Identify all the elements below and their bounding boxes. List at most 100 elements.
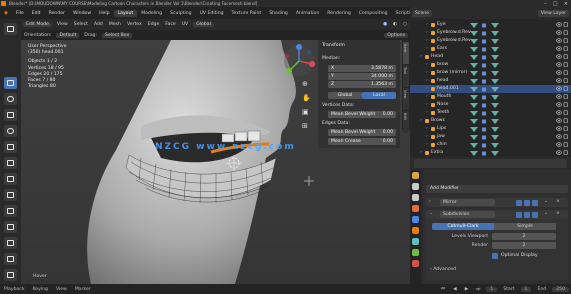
menu-render[interactable]: Render [45,11,69,16]
drag-dropdown[interactable]: Select Box [102,32,133,38]
rotate-tool-icon[interactable] [4,125,17,137]
inset-tool-icon[interactable] [4,205,17,217]
outliner-row[interactable]: › Nose [410,101,571,109]
mode-selector[interactable]: Edit Mode [23,22,52,27]
visibility-toggle-icon[interactable] [556,22,568,27]
median-x-field[interactable]: X 3.5878 m [328,65,396,72]
expand-arrow-icon[interactable]: › [426,37,428,45]
shear-tool-icon[interactable] [4,269,17,281]
render-levels-field[interactable]: 2 [492,242,556,249]
scene-props-icon[interactable] [412,205,419,212]
pan-hand-icon[interactable]: ✋ [302,94,311,102]
visibility-toggle-icon[interactable] [556,78,568,83]
visibility-toggle-icon[interactable] [556,110,568,115]
play-reverse-icon[interactable]: ◀ [449,287,461,292]
scene-selector[interactable]: Scene [412,9,433,17]
visibility-toggle-icon[interactable] [556,62,568,67]
outliner-row[interactable]: › Eye [410,21,571,29]
outliner-row[interactable]: › Head [410,53,571,61]
local-toggle[interactable]: Local [362,92,396,99]
simple-button[interactable]: Simple [494,223,556,230]
subsurf-remove-icon[interactable]: × [556,211,560,216]
keying-menu[interactable]: Keying [29,287,52,292]
menu-file[interactable]: File [12,11,28,16]
outliner-row[interactable]: › Mouth [410,93,571,101]
maximize-icon[interactable]: □ [553,1,558,7]
menu-select[interactable]: Select [71,22,91,27]
advanced-subpanel[interactable]: › Advanced [430,267,456,272]
outliner-row[interactable]: › Brows [410,117,571,125]
visibility-toggle-icon[interactable] [556,94,568,99]
visibility-toggle-icon[interactable] [556,46,568,51]
orientation-dropdown[interactable]: Default [56,32,80,38]
levels-viewport-field[interactable]: 2 [492,233,556,240]
editmode-toggle-icon[interactable] [516,199,522,206]
shading-solid-icon[interactable]: ● [380,22,390,27]
edge-mean-crease-field[interactable]: Mean Crease 0.00 [328,138,396,145]
outliner-row[interactable]: › Eyebrow.d.Rev [410,29,571,37]
menu-face[interactable]: Face [162,22,178,27]
close-icon[interactable]: × [564,1,568,7]
modifier-menu-icon[interactable]: ⌄ [544,199,548,204]
playback-menu[interactable]: Playback [0,287,29,292]
workspace-tab-modeling[interactable]: Modeling [137,10,166,17]
workspace-tab-uv-editing[interactable]: UV Editing [196,10,228,17]
workspace-tab-sculpting[interactable]: Sculpting [166,10,195,17]
outliner-row[interactable]: › Extra [410,149,571,157]
edge-mean-bevel-weight-field[interactable]: Mean Bevel Weight 0.00 [328,129,396,136]
outliner-row[interactable]: › brow [410,61,571,69]
visibility-toggle-icon[interactable] [556,38,568,43]
gizmo-y-axis-icon[interactable] [286,68,292,74]
outliner-row[interactable]: › Teeth [410,109,571,117]
gizmo-z-axis-icon[interactable] [296,44,302,50]
workspace-tab-compositing[interactable]: Compositing [355,10,392,17]
menu-mesh[interactable]: Mesh [106,22,124,27]
bevel-tool-icon[interactable] [4,221,17,233]
workspace-tab-shading[interactable]: Shading [265,10,292,17]
move-tool-icon[interactable] [4,109,17,121]
gizmo-x-axis-icon[interactable] [309,61,315,67]
outliner-row[interactable]: › chin [410,141,571,149]
menu-uv[interactable]: UV [179,22,192,27]
visibility-toggle-icon[interactable] [556,30,568,35]
subsurf-viewport-toggle-icon[interactable] [524,211,530,218]
subsurf-render-toggle-icon[interactable] [532,211,538,218]
outliner-row[interactable]: › head.001 [410,85,571,93]
tool-props-icon[interactable] [412,172,419,179]
outliner-row[interactable]: › Lips [410,125,571,133]
visibility-toggle-icon[interactable] [556,118,568,123]
menu-edge[interactable]: Edge [145,22,163,27]
shading-rendered-icon[interactable]: ○ [400,22,410,27]
render-toggle-icon[interactable] [532,199,538,206]
options-dropdown[interactable]: Options [384,32,408,38]
expand-arrow-icon[interactable]: › [426,45,428,53]
mirror-name-field[interactable]: Mirror [440,199,495,206]
catmull-clark-button[interactable]: Catmull-Clark [432,223,494,230]
visibility-toggle-icon[interactable] [556,70,568,75]
properties-search[interactable] [414,159,567,168]
expand-arrow-icon[interactable]: › [426,109,428,117]
expand-arrow-icon[interactable]: › [420,149,422,157]
expand-arrow-icon[interactable]: › [426,77,428,85]
expand-arrow-icon[interactable]: › [426,125,428,133]
menu-add[interactable]: Add [91,22,106,27]
annotate-tool-icon[interactable] [4,157,17,169]
object-props-icon[interactable] [412,227,419,234]
output-props-icon[interactable] [412,194,419,201]
sidebar-tab-view[interactable]: View [403,88,409,110]
outliner-row[interactable]: › Eyebrow.d.Rev [410,37,571,45]
optimal-display-checkbox[interactable] [492,253,498,259]
scale-tool-icon[interactable] [4,141,17,153]
expand-arrow-icon[interactable]: › [426,141,428,149]
loop-cut-tool-icon[interactable] [4,237,17,249]
expand-arrow-icon[interactable]: › [426,61,428,69]
jump-end-icon[interactable]: ⏭ [472,286,484,292]
add-modifier-button[interactable]: Add Modifier [426,185,568,193]
sidebar-tab-item[interactable]: Item [403,42,409,64]
workspace-tab-texture-paint[interactable]: Texture Paint [228,10,266,17]
menu-window[interactable]: Window [69,11,95,16]
subsurf-editmode-toggle-icon[interactable] [516,211,522,218]
render-props-icon[interactable] [412,183,419,190]
subdivision-modifier-header[interactable]: ⌄ Subdivision ⌄ × [426,210,568,219]
visibility-toggle-icon[interactable] [556,134,568,139]
